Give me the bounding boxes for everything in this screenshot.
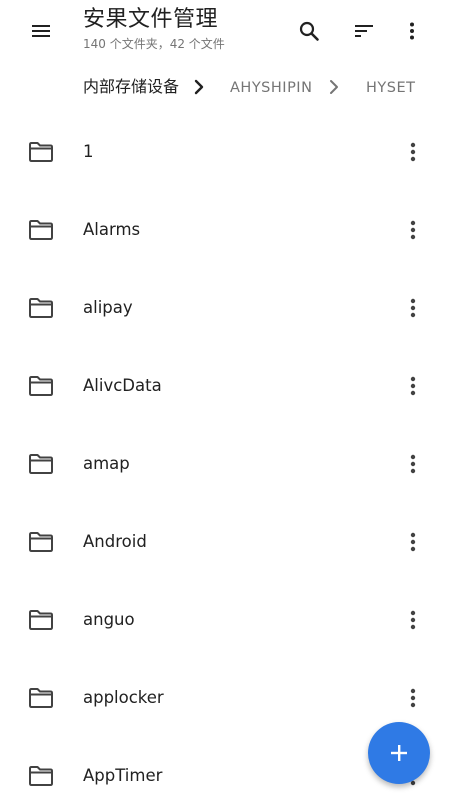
- folder-icon: [29, 610, 53, 630]
- sort-icon: [355, 25, 373, 37]
- more-vert-icon: [410, 688, 416, 708]
- row-more-button[interactable]: [398, 367, 428, 405]
- folder-row[interactable]: anguo: [0, 581, 450, 659]
- folder-name: 1: [83, 142, 94, 161]
- row-more-button[interactable]: [398, 679, 428, 717]
- more-vert-icon: [410, 220, 416, 240]
- folder-name: AppTimer: [83, 766, 163, 785]
- menu-button[interactable]: [22, 12, 60, 50]
- folder-row[interactable]: Alarms: [0, 191, 450, 269]
- folder-row[interactable]: 1: [0, 113, 450, 191]
- folder-row[interactable]: amap: [0, 425, 450, 503]
- more-vert-icon: [410, 610, 416, 630]
- folder-icon: [29, 220, 53, 240]
- more-vert-icon: [410, 532, 416, 552]
- row-more-button[interactable]: [398, 601, 428, 639]
- chevron-right-icon: [330, 80, 338, 94]
- folder-name: anguo: [83, 610, 135, 629]
- folder-row[interactable]: alipay: [0, 269, 450, 347]
- breadcrumb: 内部存储设备 AHYSHIPIN HYSET: [0, 66, 450, 108]
- search-button[interactable]: [290, 12, 328, 50]
- folder-row[interactable]: Android: [0, 503, 450, 581]
- breadcrumb-item-ahyshipin[interactable]: AHYSHIPIN: [230, 77, 312, 99]
- more-vert-icon: [410, 142, 416, 162]
- folder-name: AlivcData: [83, 376, 162, 395]
- folder-name: applocker: [83, 688, 164, 707]
- folder-icon: [29, 298, 53, 318]
- add-fab-button[interactable]: [368, 722, 430, 784]
- app-bar: 安果文件管理 140 个文件夹，42 个文件: [0, 0, 450, 62]
- more-vert-icon: [410, 454, 416, 474]
- folder-name: alipay: [83, 298, 133, 317]
- folder-name: Android: [83, 532, 147, 551]
- row-more-button[interactable]: [398, 445, 428, 483]
- row-more-button[interactable]: [398, 211, 428, 249]
- chevron-right-icon: [194, 79, 204, 95]
- more-vert-icon: [410, 22, 414, 40]
- item-count-subtitle: 140 个文件夹，42 个文件: [83, 37, 225, 51]
- page-title: 安果文件管理: [83, 7, 219, 32]
- folder-icon: [29, 454, 53, 474]
- folder-name: amap: [83, 454, 130, 473]
- breadcrumb-item-hyset[interactable]: HYSET: [366, 77, 415, 99]
- row-more-button[interactable]: [398, 523, 428, 561]
- title-block: 安果文件管理 140 个文件夹，42 个文件: [83, 6, 225, 52]
- row-more-button[interactable]: [398, 289, 428, 327]
- more-vert-icon: [410, 298, 416, 318]
- more-vert-icon: [410, 376, 416, 396]
- folder-row[interactable]: AlivcData: [0, 347, 450, 425]
- menu-icon: [32, 25, 50, 37]
- folder-icon: [29, 142, 53, 162]
- breadcrumb-item-internal-storage[interactable]: 内部存储设备: [83, 76, 179, 98]
- sort-button[interactable]: [345, 12, 383, 50]
- folder-icon: [29, 766, 53, 786]
- plus-icon: [391, 745, 407, 761]
- search-icon: [299, 21, 319, 41]
- folder-icon: [29, 532, 53, 552]
- folder-icon: [29, 376, 53, 396]
- folder-name: Alarms: [83, 220, 141, 239]
- folder-icon: [29, 688, 53, 708]
- row-more-button[interactable]: [398, 133, 428, 171]
- overflow-menu-button[interactable]: [393, 12, 431, 50]
